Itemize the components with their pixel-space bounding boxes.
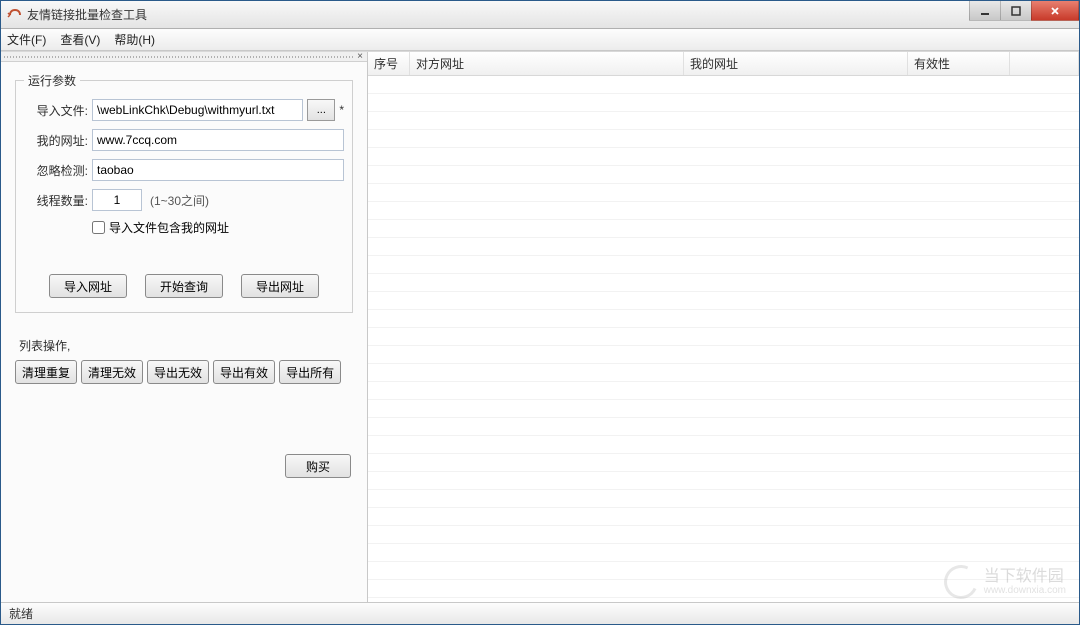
list-row: [368, 364, 1079, 382]
window-controls: [970, 1, 1079, 21]
dedup-button[interactable]: 清理重复: [15, 360, 77, 384]
thread-hint: (1~30之间): [150, 192, 209, 209]
browse-button[interactable]: ...: [307, 99, 335, 121]
col-their-url[interactable]: 对方网址: [410, 52, 684, 75]
col-seq[interactable]: 序号: [368, 52, 410, 75]
list-row: [368, 382, 1079, 400]
list-ops-title: 列表操作,: [19, 337, 353, 354]
app-icon: [7, 7, 23, 23]
list-row: [368, 220, 1079, 238]
list-row: [368, 130, 1079, 148]
minimize-button[interactable]: [969, 1, 1001, 21]
menubar: 文件(F) 查看(V) 帮助(H): [1, 29, 1079, 51]
window-title: 友情链接批量检查工具: [27, 6, 147, 23]
import-file-row: 导入文件: ... *: [24, 99, 344, 121]
required-star: *: [339, 103, 344, 117]
ignore-input[interactable]: [92, 159, 344, 181]
list-row: [368, 346, 1079, 364]
include-url-checkbox-label: 导入文件包含我的网址: [109, 219, 229, 236]
run-params-group: 运行参数 导入文件: ... * 我的网址: 忽略检测:: [15, 72, 353, 313]
start-query-button[interactable]: 开始查询: [145, 274, 223, 298]
result-listview[interactable]: 序号 对方网址 我的网址 有效性: [368, 52, 1079, 602]
import-file-label: 导入文件:: [24, 102, 88, 119]
col-my-url[interactable]: 我的网址: [684, 52, 908, 75]
list-ops-buttons: 清理重复 清理无效 导出无效 导出有效 导出所有: [15, 360, 353, 384]
list-row: [368, 292, 1079, 310]
list-row: [368, 472, 1079, 490]
list-row: [368, 184, 1079, 202]
action-button-row: 导入网址 开始查询 导出网址: [24, 274, 344, 298]
thread-input[interactable]: [92, 189, 142, 211]
panel-close-icon[interactable]: ×: [357, 51, 363, 62]
panel-content: 运行参数 导入文件: ... * 我的网址: 忽略检测:: [1, 62, 367, 602]
list-row: [368, 274, 1079, 292]
export-url-button[interactable]: 导出网址: [241, 274, 319, 298]
run-params-legend: 运行参数: [24, 72, 80, 89]
clear-invalid-button[interactable]: 清理无效: [81, 360, 143, 384]
watermark-logo-icon: [939, 560, 983, 604]
maximize-button[interactable]: [1000, 1, 1032, 21]
col-extra[interactable]: [1010, 52, 1079, 75]
export-valid-button[interactable]: 导出有效: [213, 360, 275, 384]
status-text: 就绪: [9, 605, 33, 622]
client-area: × 运行参数 导入文件: ... * 我的网址:: [1, 51, 1079, 602]
thread-label: 线程数量:: [24, 192, 88, 209]
watermark-name: 当下软件园: [984, 568, 1066, 586]
watermark-url: www.downxia.com: [984, 585, 1066, 596]
include-url-checkbox[interactable]: [92, 221, 105, 234]
import-url-button[interactable]: 导入网址: [49, 274, 127, 298]
menu-file[interactable]: 文件(F): [7, 31, 46, 48]
list-row: [368, 202, 1079, 220]
list-row: [368, 400, 1079, 418]
list-row: [368, 76, 1079, 94]
list-row: [368, 436, 1079, 454]
export-invalid-button[interactable]: 导出无效: [147, 360, 209, 384]
include-url-checkbox-row: 导入文件包含我的网址: [92, 219, 344, 236]
thread-row: 线程数量: (1~30之间): [24, 189, 344, 211]
list-row: [368, 526, 1079, 544]
app-window: 友情链接批量检查工具 文件(F) 查看(V) 帮助(H) × 运行参数: [0, 0, 1080, 625]
titlebar[interactable]: 友情链接批量检查工具: [1, 1, 1079, 29]
list-row: [368, 310, 1079, 328]
buy-row: 购买: [15, 454, 351, 478]
list-row: [368, 454, 1079, 472]
list-row: [368, 112, 1079, 130]
listview-header: 序号 对方网址 我的网址 有效性: [368, 52, 1079, 76]
my-url-input[interactable]: [92, 129, 344, 151]
list-row: [368, 490, 1079, 508]
menu-help[interactable]: 帮助(H): [114, 31, 155, 48]
col-validity[interactable]: 有效性: [908, 52, 1010, 75]
menu-view[interactable]: 查看(V): [60, 31, 100, 48]
list-row: [368, 508, 1079, 526]
close-button[interactable]: [1031, 1, 1079, 21]
watermark: 当下软件园 www.downxia.com: [944, 565, 1066, 599]
list-row: [368, 94, 1079, 112]
ignore-label: 忽略检测:: [24, 162, 88, 179]
panel-gripper[interactable]: ×: [1, 52, 367, 62]
import-file-input[interactable]: [92, 99, 303, 121]
ignore-row: 忽略检测:: [24, 159, 344, 181]
list-row: [368, 148, 1079, 166]
list-row: [368, 328, 1079, 346]
export-all-button[interactable]: 导出所有: [279, 360, 341, 384]
list-row: [368, 418, 1079, 436]
list-row: [368, 544, 1079, 562]
list-row: [368, 166, 1079, 184]
sidebar-panel: × 运行参数 导入文件: ... * 我的网址:: [1, 52, 368, 602]
my-url-row: 我的网址:: [24, 129, 344, 151]
listview-body[interactable]: [368, 76, 1079, 602]
list-row: [368, 256, 1079, 274]
buy-button[interactable]: 购买: [285, 454, 351, 478]
list-row: [368, 238, 1079, 256]
statusbar: 就绪: [1, 602, 1079, 624]
my-url-label: 我的网址:: [24, 132, 88, 149]
